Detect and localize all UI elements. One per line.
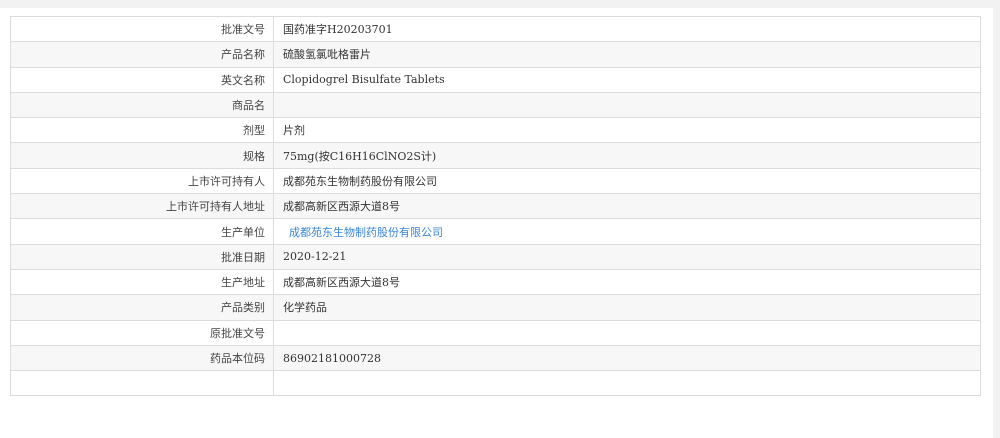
label-license-holder-address: 上市许可持有人地址 xyxy=(10,193,274,220)
label-dosage-form: 剂型 xyxy=(10,117,274,144)
value-manufacturer: 成都苑东生物制药股份有限公司 xyxy=(273,218,981,245)
table-row-trade-name: 商品名 xyxy=(10,91,981,119)
value-drug-standard-code: 86902181000728 xyxy=(273,344,981,372)
value-approval-number: 国药准字H20203701 xyxy=(273,15,981,43)
table-row-specification: 规格 75mg(按C16H16ClNO2S计) xyxy=(10,142,981,169)
value-dosage-form: 片剂 xyxy=(273,117,981,144)
label-approval-number: 批准文号 xyxy=(10,15,274,43)
label-license-holder: 上市许可持有人 xyxy=(10,167,274,195)
label-product-category: 产品类别 xyxy=(10,294,274,321)
value-license-holder: 成都苑东生物制药股份有限公司 xyxy=(273,167,981,195)
value-original-approval-number xyxy=(273,319,981,346)
label-english-name: 英文名称 xyxy=(10,66,274,93)
manufacturer-link[interactable]: 成都苑东生物制药股份有限公司 xyxy=(283,226,443,239)
value-product-category: 化学药品 xyxy=(273,294,981,321)
label-original-approval-number: 原批准文号 xyxy=(10,319,274,346)
value-specification: 75mg(按C16H16ClNO2S计) xyxy=(273,142,981,169)
table-row-manufacturer: 生产单位 成都苑东生物制药股份有限公司 xyxy=(10,218,981,245)
scrollbar-track[interactable] xyxy=(993,0,1000,423)
table-row-english-name: 英文名称 Clopidogrel Bisulfate Tablets xyxy=(10,66,981,93)
label-product-name: 产品名称 xyxy=(10,41,274,68)
label-partial xyxy=(10,370,274,397)
value-english-name: Clopidogrel Bisulfate Tablets xyxy=(273,66,981,93)
table-row-product-category: 产品类别 化学药品 xyxy=(10,294,981,321)
drug-info-panel: 批准文号 国药准字H20203701 产品名称 硫酸氢氯吡格雷片 英文名称 Cl… xyxy=(0,8,993,438)
table-row-partial xyxy=(10,370,981,397)
value-production-address: 成都高新区西源大道8号 xyxy=(273,268,981,296)
label-production-address: 生产地址 xyxy=(10,268,274,296)
table-row-approval-number: 批准文号 国药准字H20203701 xyxy=(10,15,981,43)
table-row-product-name: 产品名称 硫酸氢氯吡格雷片 xyxy=(10,41,981,68)
label-drug-standard-code: 药品本位码 xyxy=(10,344,274,372)
table-row-production-address: 生产地址 成都高新区西源大道8号 xyxy=(10,268,981,296)
table-row-approval-date: 批准日期 2020-12-21 xyxy=(10,243,981,270)
label-approval-date: 批准日期 xyxy=(10,243,274,270)
value-approval-date: 2020-12-21 xyxy=(273,243,981,270)
value-product-name: 硫酸氢氯吡格雷片 xyxy=(273,41,981,68)
label-manufacturer: 生产单位 xyxy=(10,218,274,245)
drug-info-table: 批准文号 国药准字H20203701 产品名称 硫酸氢氯吡格雷片 英文名称 Cl… xyxy=(10,15,981,397)
value-partial xyxy=(273,370,981,397)
label-trade-name: 商品名 xyxy=(10,91,274,119)
table-row-original-approval-number: 原批准文号 xyxy=(10,319,981,346)
value-trade-name xyxy=(273,91,981,119)
table-row-license-holder-address: 上市许可持有人地址 成都高新区西源大道8号 xyxy=(10,193,981,220)
value-license-holder-address: 成都高新区西源大道8号 xyxy=(273,193,981,220)
table-row-license-holder: 上市许可持有人 成都苑东生物制药股份有限公司 xyxy=(10,167,981,195)
table-row-drug-standard-code: 药品本位码 86902181000728 xyxy=(10,344,981,372)
table-row-dosage-form: 剂型 片剂 xyxy=(10,117,981,144)
label-specification: 规格 xyxy=(10,142,274,169)
